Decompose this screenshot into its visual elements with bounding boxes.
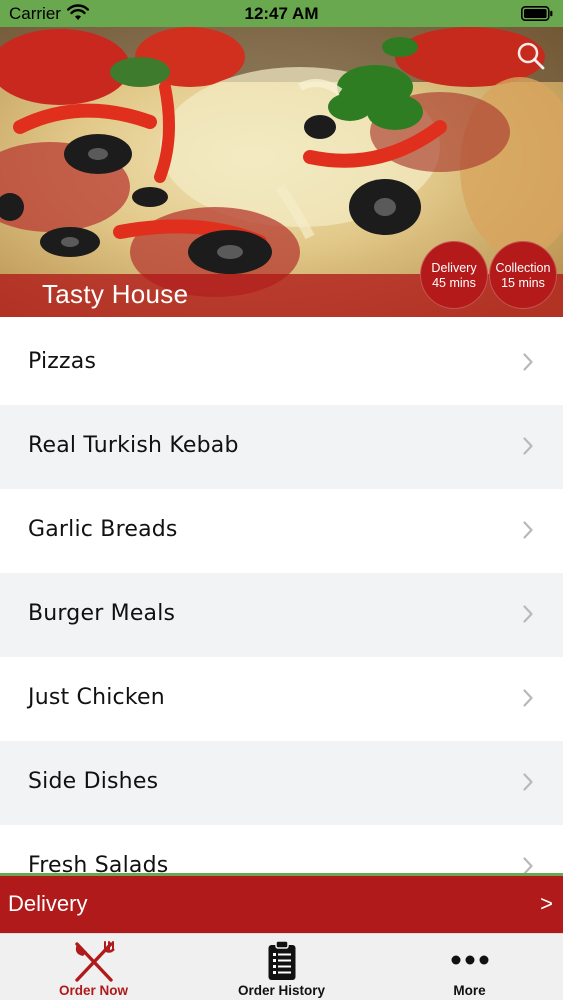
delivery-time-badge: Delivery 45 mins	[420, 241, 488, 309]
menu-category-garlic-breads[interactable]: Garlic Breads	[0, 489, 563, 573]
order-mode-bar[interactable]: Delivery >	[0, 876, 563, 933]
menu-category-label: Real Turkish Kebab	[28, 433, 239, 458]
battery-icon	[521, 6, 553, 21]
chevron-right-icon	[523, 521, 533, 539]
restaurant-name: Tasty House	[42, 279, 189, 309]
menu-category-burger-meals[interactable]: Burger Meals	[0, 573, 563, 657]
tab-order-history[interactable]: Order History	[188, 934, 375, 1000]
menu-category-list: Pizzas Real Turkish Kebab Garlic Breads …	[0, 321, 563, 875]
menu-category-label: Just Chicken	[28, 685, 165, 710]
collection-time-badge: Collection 15 mins	[489, 241, 557, 309]
delivery-badge-time: 45 mins	[432, 276, 476, 290]
collection-badge-label: Collection	[495, 261, 551, 275]
menu-category-fresh-salads[interactable]: Fresh Salads	[0, 825, 563, 875]
menu-category-label: Garlic Breads	[28, 517, 178, 542]
menu-category-label: Pizzas	[28, 349, 97, 374]
chevron-right-icon	[523, 773, 533, 791]
fork-knife-icon	[74, 941, 115, 982]
search-icon[interactable]	[515, 40, 547, 72]
more-dots-icon	[451, 955, 488, 965]
chevron-right-icon	[523, 353, 533, 371]
tab-label: More	[453, 983, 486, 998]
tab-more[interactable]: More	[376, 934, 563, 1000]
menu-category-label: Burger Meals	[28, 601, 176, 626]
clipboard-list-icon	[268, 940, 295, 980]
status-time: 12:47 AM	[244, 4, 319, 23]
delivery-badge-label: Delivery	[431, 261, 477, 275]
tab-label: Order History	[237, 983, 326, 998]
menu-category-label: Side Dishes	[28, 769, 159, 794]
order-mode-label: Delivery	[8, 891, 88, 916]
menu-category-just-chicken[interactable]: Just Chicken	[0, 657, 563, 741]
chevron-right-icon	[523, 689, 533, 707]
chevron-right-icon	[523, 605, 533, 623]
collection-badge-time: 15 mins	[501, 276, 545, 290]
status-bar: Carrier 12:47 AM	[0, 0, 563, 27]
tab-order-now[interactable]: Order Now	[0, 934, 187, 1000]
menu-category-label: Fresh Salads	[28, 853, 169, 875]
restaurant-header: Tasty House Delivery 45 mins Collection …	[0, 27, 563, 317]
tab-bar: Order Now Order History More	[0, 933, 563, 1000]
menu-category-pizzas[interactable]: Pizzas	[0, 321, 563, 405]
chevron-right-icon	[523, 437, 533, 455]
tab-label: Order Now	[58, 983, 128, 998]
menu-category-side-dishes[interactable]: Side Dishes	[0, 741, 563, 825]
order-mode-arrow-icon: >	[540, 891, 553, 916]
menu-category-real-turkish-kebab[interactable]: Real Turkish Kebab	[0, 405, 563, 489]
